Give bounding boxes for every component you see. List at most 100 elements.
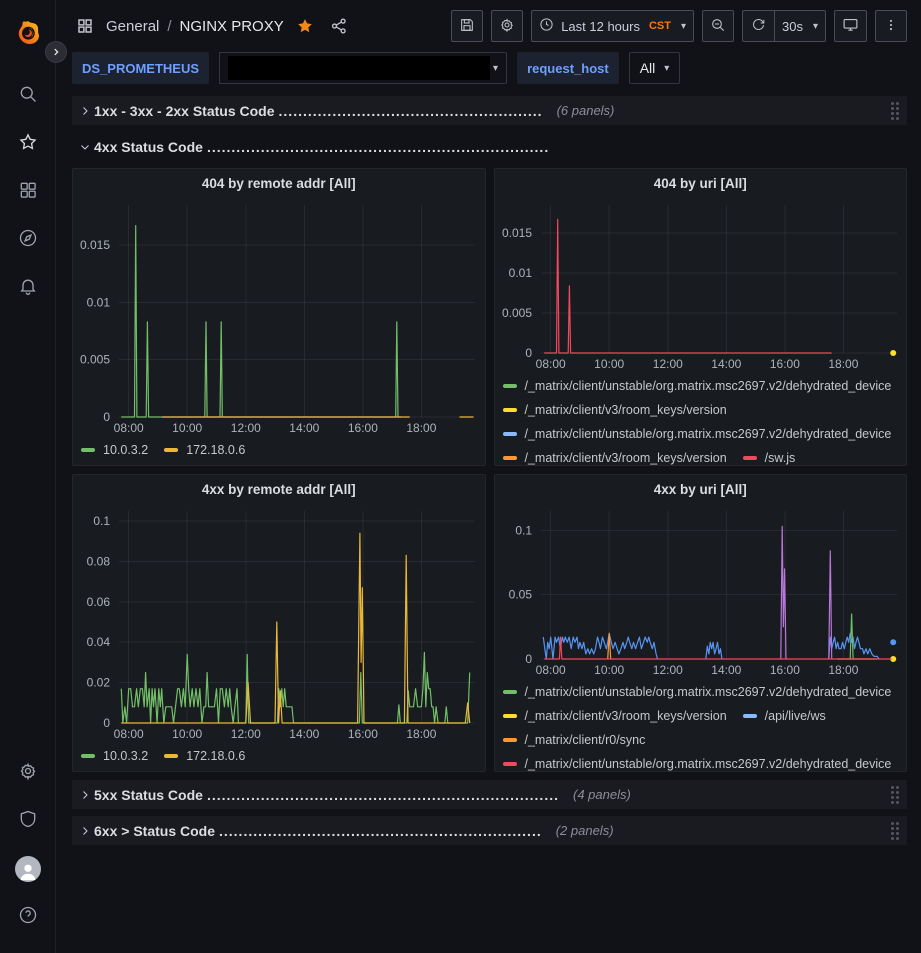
row-drag-handle[interactable] bbox=[889, 820, 901, 842]
sidebar-item-search[interactable] bbox=[4, 72, 52, 120]
legend-item[interactable]: 10.0.3.2 bbox=[81, 439, 148, 461]
panel-title[interactable]: 404 by uri [All] bbox=[495, 169, 907, 197]
refresh-interval-dropdown[interactable]: 30s ▾ bbox=[774, 10, 826, 42]
request-host-variable: request_host bbox=[517, 52, 619, 84]
legend-swatch bbox=[503, 738, 517, 742]
legend-label: 172.18.0.6 bbox=[186, 749, 245, 763]
panel-legend: 10.0.3.2 172.18.0.6 bbox=[73, 743, 485, 771]
svg-text:0.08: 0.08 bbox=[87, 555, 111, 569]
svg-text:0.1: 0.1 bbox=[515, 523, 532, 537]
time-series-plot[interactable]: 00.050.108:0010:0012:0014:0016:0018:00 bbox=[495, 503, 907, 679]
row-title-leader: ........................................… bbox=[279, 103, 543, 119]
legend-label: /_matrix/client/r0/sync bbox=[525, 733, 646, 747]
legend-item[interactable]: /_matrix/client/v3/room_keys/version bbox=[503, 705, 727, 727]
svg-text:16:00: 16:00 bbox=[348, 421, 378, 435]
legend-item[interactable]: /_matrix/client/unstable/org.matrix.msc2… bbox=[503, 375, 892, 397]
request-host-label[interactable]: request_host bbox=[517, 52, 619, 84]
svg-text:08:00: 08:00 bbox=[535, 663, 565, 677]
svg-text:12:00: 12:00 bbox=[231, 727, 261, 741]
time-series-plot[interactable]: 00.0050.010.01508:0010:0012:0014:0016:00… bbox=[73, 197, 485, 437]
row-title: 5xx Status Code bbox=[94, 787, 203, 803]
dashboard-topbar: General / NGINX PROXY bbox=[56, 0, 921, 52]
breadcrumb-folder[interactable]: General bbox=[106, 18, 159, 35]
dashboard-content: 1xx - 3xx - 2xx Status Code ............… bbox=[56, 92, 921, 953]
legend-swatch bbox=[503, 408, 517, 412]
gear-icon bbox=[18, 761, 38, 786]
favorite-star-icon[interactable] bbox=[292, 17, 318, 35]
datasource-picker[interactable]: ▾ bbox=[219, 52, 507, 84]
sidebar-item-alerting[interactable] bbox=[4, 264, 52, 312]
svg-text:12:00: 12:00 bbox=[652, 663, 682, 677]
apps-grid-icon bbox=[72, 17, 98, 35]
legend-label: 10.0.3.2 bbox=[103, 749, 148, 763]
svg-text:14:00: 14:00 bbox=[289, 727, 319, 741]
legend-item[interactable]: 10.0.3.2 bbox=[81, 745, 148, 767]
panel-title[interactable]: 4xx by remote addr [All] bbox=[73, 475, 485, 503]
row-drag-handle[interactable] bbox=[889, 784, 901, 806]
sidebar-item-profile[interactable] bbox=[4, 845, 52, 893]
dashboard-settings-button[interactable] bbox=[491, 10, 523, 42]
svg-text:18:00: 18:00 bbox=[828, 663, 858, 677]
save-dashboard-button[interactable] bbox=[451, 10, 483, 42]
legend-item[interactable]: /_matrix/client/v3/room_keys/version bbox=[503, 447, 727, 465]
legend-label: 172.18.0.6 bbox=[186, 443, 245, 457]
row-4xx[interactable]: 4xx Status Code ........................… bbox=[72, 132, 907, 161]
row-5xx[interactable]: 5xx Status Code ........................… bbox=[72, 780, 907, 809]
panel-legend: /_matrix/client/unstable/org.matrix.msc2… bbox=[495, 679, 907, 771]
legend-item[interactable]: /_matrix/client/unstable/org.matrix.msc2… bbox=[503, 753, 892, 771]
datasource-label[interactable]: DS_PROMETHEUS bbox=[72, 52, 209, 84]
row-6xx[interactable]: 6xx > Status Code ......................… bbox=[72, 816, 907, 845]
chart-svg: 00.0050.010.01508:0010:0012:0014:0016:00… bbox=[495, 197, 907, 373]
legend-item[interactable]: /_matrix/client/unstable/org.matrix.msc2… bbox=[503, 423, 892, 445]
legend-item[interactable]: /sw.js bbox=[743, 447, 796, 465]
dashboards-grid-icon bbox=[18, 180, 38, 205]
panel-title[interactable]: 404 by remote addr [All] bbox=[73, 169, 485, 197]
svg-text:14:00: 14:00 bbox=[711, 357, 741, 371]
main-area: General / NGINX PROXY bbox=[56, 0, 921, 953]
chart-svg: 00.050.108:0010:0012:0014:0016:0018:00 bbox=[495, 503, 907, 679]
row-1xx-3xx-2xx[interactable]: 1xx - 3xx - 2xx Status Code ............… bbox=[72, 96, 907, 125]
row-panel-count: (6 panels) bbox=[557, 103, 615, 118]
kebab-menu-button[interactable] bbox=[875, 10, 907, 42]
zoom-out-button[interactable] bbox=[702, 10, 734, 42]
svg-text:16:00: 16:00 bbox=[769, 357, 799, 371]
sidebar-expand-button[interactable] bbox=[45, 41, 67, 63]
time-series-plot[interactable]: 00.0050.010.01508:0010:0012:0014:0016:00… bbox=[495, 197, 907, 373]
legend-label: /_matrix/client/unstable/org.matrix.msc2… bbox=[525, 685, 892, 699]
refresh-button[interactable] bbox=[742, 10, 774, 42]
legend-item[interactable]: /_matrix/client/v3/room_keys/version bbox=[503, 399, 727, 421]
row-title: 6xx > Status Code bbox=[94, 823, 215, 839]
share-icon[interactable] bbox=[326, 17, 352, 35]
time-range-picker[interactable]: Last 12 hours CST ▾ bbox=[531, 10, 694, 42]
sidebar-item-server-admin[interactable] bbox=[4, 797, 52, 845]
sidebar-item-help[interactable] bbox=[4, 893, 52, 941]
svg-text:0: 0 bbox=[103, 410, 110, 424]
svg-text:0.06: 0.06 bbox=[87, 595, 111, 609]
time-series-plot[interactable]: 00.020.040.060.080.108:0010:0012:0014:00… bbox=[73, 503, 485, 743]
request-host-picker[interactable]: All ▾ bbox=[629, 52, 681, 84]
svg-text:0.015: 0.015 bbox=[501, 226, 531, 240]
sidebar-item-dashboards[interactable] bbox=[4, 168, 52, 216]
svg-text:14:00: 14:00 bbox=[711, 663, 741, 677]
legend-item[interactable]: /_matrix/client/unstable/org.matrix.msc2… bbox=[503, 681, 892, 703]
panel-title[interactable]: 4xx by uri [All] bbox=[495, 475, 907, 503]
sidebar-item-configuration[interactable] bbox=[4, 749, 52, 797]
chevron-down-icon: ▾ bbox=[681, 21, 686, 32]
svg-text:10:00: 10:00 bbox=[172, 421, 202, 435]
row-drag-handle[interactable] bbox=[889, 100, 901, 122]
tv-mode-button[interactable] bbox=[834, 10, 867, 42]
legend-item[interactable]: 172.18.0.6 bbox=[164, 745, 245, 767]
legend-item[interactable]: /_matrix/client/r0/sync bbox=[503, 729, 646, 751]
datasource-variable: DS_PROMETHEUS bbox=[72, 52, 209, 84]
sidebar-item-starred[interactable] bbox=[4, 120, 52, 168]
timezone-label: CST bbox=[649, 20, 671, 32]
row-title-leader: ........................................… bbox=[207, 139, 549, 155]
legend-item[interactable]: 172.18.0.6 bbox=[164, 439, 245, 461]
legend-item[interactable]: /api/live/ws bbox=[743, 705, 826, 727]
row-panel-count: (2 panels) bbox=[556, 823, 614, 838]
breadcrumb-dashboard-title[interactable]: NGINX PROXY bbox=[180, 18, 284, 35]
svg-text:0.1: 0.1 bbox=[93, 514, 110, 528]
svg-text:12:00: 12:00 bbox=[231, 421, 261, 435]
sidebar-item-explore[interactable] bbox=[4, 216, 52, 264]
svg-text:0: 0 bbox=[103, 716, 110, 730]
